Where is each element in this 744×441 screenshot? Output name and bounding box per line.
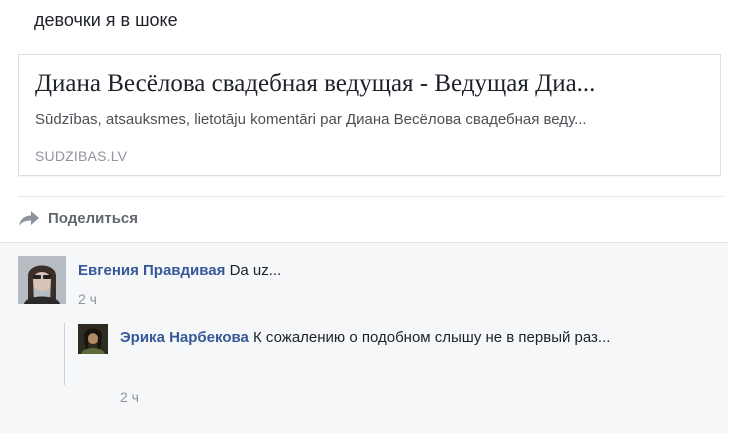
reply-author[interactable]: Эрика Нарбекова bbox=[120, 329, 249, 346]
avatar[interactable] bbox=[78, 324, 108, 354]
link-preview[interactable]: Диана Весёлова свадебная ведущая - Ведущ… bbox=[18, 54, 721, 176]
avatar[interactable] bbox=[18, 256, 66, 304]
comment-author[interactable]: Евгения Правдивая bbox=[78, 262, 225, 279]
share-arrow-icon[interactable] bbox=[18, 209, 40, 227]
reply-text: К сожалению о подобном слышу не в первый… bbox=[253, 329, 611, 346]
comment-body: Евгения Правдивая Da uz... bbox=[78, 259, 281, 283]
reply-thread-line bbox=[64, 323, 65, 385]
link-domain: SUDZIBAS.LV bbox=[35, 148, 128, 164]
share-button[interactable]: Поделиться bbox=[48, 209, 138, 229]
post-text: девочки я в шоке bbox=[34, 10, 178, 30]
reply-body: Эрика Нарбекова К сожалению о подобном с… bbox=[120, 326, 700, 350]
reply-timestamp[interactable]: 2 ч bbox=[120, 389, 139, 405]
comment-timestamp[interactable]: 2 ч bbox=[78, 291, 97, 307]
post-card: девочки я в шоке Диана Весёлова свадебна… bbox=[0, 0, 744, 441]
link-title[interactable]: Диана Весёлова свадебная ведущая - Ведущ… bbox=[35, 69, 705, 99]
share-bar: Поделиться bbox=[18, 196, 723, 242]
comments-section: Евгения Правдивая Da uz... 2 ч Эрика Нар… bbox=[0, 242, 728, 433]
comment-text: Da uz... bbox=[229, 262, 282, 279]
link-description: Sūdzības, atsauksmes, lietotāju komentār… bbox=[35, 111, 587, 128]
